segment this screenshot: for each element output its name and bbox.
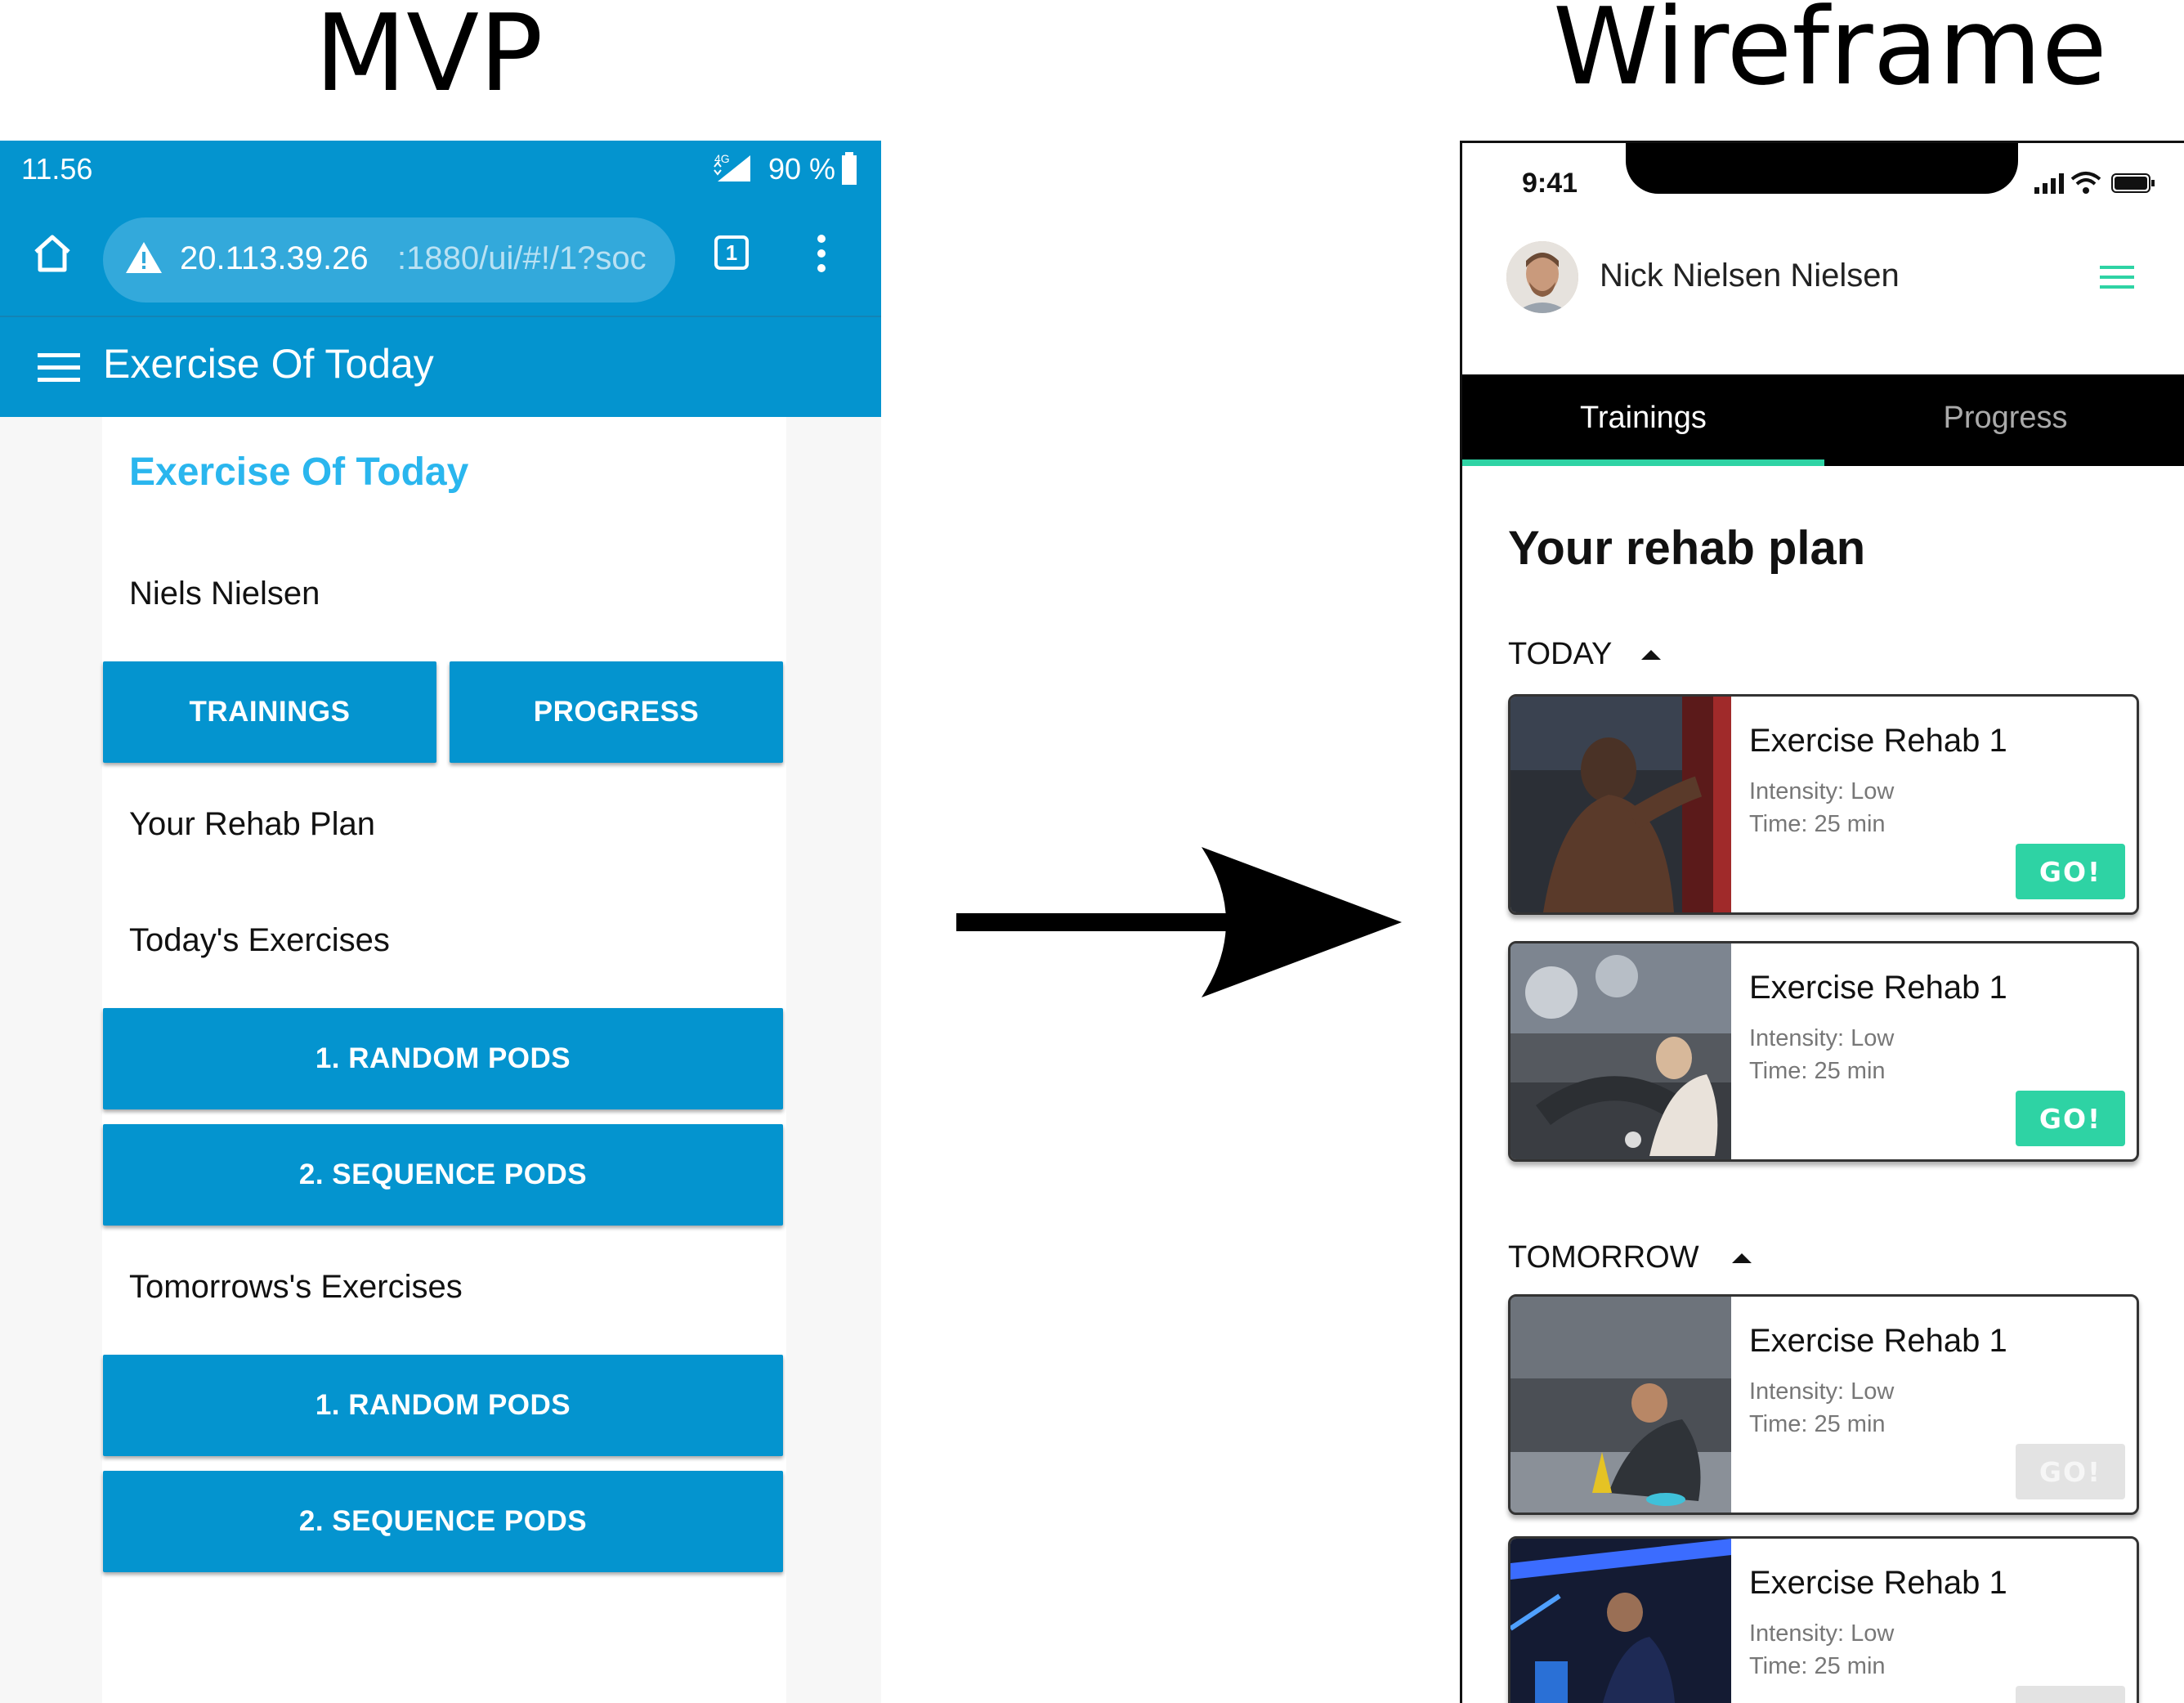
exercise-photo-group-pods xyxy=(1510,943,1731,1159)
exercise-card[interactable]: Exercise Rehab 1 Intensity: Low Time: 25… xyxy=(1508,941,2139,1162)
today-random-pods-button[interactable]: 1. RANDOM PODS xyxy=(103,1008,783,1109)
avatar-face-icon xyxy=(1506,241,1578,313)
signal-icon xyxy=(714,155,750,182)
section-today-label: TODAY xyxy=(1508,636,1613,671)
go-button[interactable]: GO! xyxy=(2016,1444,2125,1499)
section-tomorrow-header[interactable]: TOMORROW xyxy=(1508,1237,1752,1278)
menu-icon[interactable] xyxy=(38,353,80,383)
exercise-time: Time: 25 min xyxy=(1749,1653,1886,1679)
tab-trainings-label: Trainings xyxy=(1580,401,1707,435)
exercise-card[interactable]: Exercise Rehab 1 Intensity: Low Time: 25… xyxy=(1508,1294,2139,1515)
user-name: Nick Nielsen Nielsen xyxy=(1600,258,1900,294)
avatar[interactable] xyxy=(1506,241,1578,313)
exercise-photo-neon-gym xyxy=(1510,1539,1731,1703)
cellular-signal-icon xyxy=(2034,173,2064,194)
tab-trainings[interactable]: Trainings xyxy=(1462,374,1824,466)
go-button[interactable]: GO! xyxy=(2016,1686,2125,1703)
go-button[interactable]: GO! xyxy=(2016,844,2125,899)
exercise-intensity: Intensity: Low xyxy=(1749,1378,1895,1405)
section-tomorrow-label: TOMORROW xyxy=(1508,1239,1699,1275)
url-path: :1880/ui/#!/1?soc xyxy=(397,240,647,276)
status-time: 9:41 xyxy=(1522,168,1578,199)
exercise-intensity: Intensity: Low xyxy=(1749,1620,1895,1647)
exercise-title: Exercise Rehab 1 xyxy=(1749,723,2007,759)
exercise-card[interactable]: Exercise Rehab 1 Intensity: Low Time: 25… xyxy=(1508,1536,2139,1703)
app-bar: Exercise Of Today xyxy=(0,316,881,417)
warning-icon xyxy=(126,242,162,273)
today-sequence-pods-button[interactable]: 2. SEQUENCE PODS xyxy=(103,1124,783,1226)
plan-title: Your rehab plan xyxy=(1508,522,1866,575)
browser-toolbar: 20.113.39.26 :1880/ui/#!/1?soc 1 xyxy=(0,196,881,316)
battery-icon xyxy=(2111,173,2155,193)
user-name: Niels Nielsen xyxy=(129,576,320,612)
progress-button[interactable]: PROGRESS xyxy=(450,661,783,763)
exercise-time: Time: 25 min xyxy=(1749,811,1886,837)
tab-bar: Trainings Progress xyxy=(1462,374,2184,466)
home-icon[interactable] xyxy=(31,232,74,275)
wireframe-heading: Wireframe xyxy=(1553,0,2107,109)
exercise-card[interactable]: Exercise Rehab 1 Intensity: Low Time: 25… xyxy=(1508,694,2139,915)
wireframe-screen: 9:41 Nick Nielsen Nielsen Trainings Prog… xyxy=(1460,141,2184,1703)
exercise-time: Time: 25 min xyxy=(1749,1411,1886,1437)
go-button[interactable]: GO! xyxy=(2016,1091,2125,1146)
phone-notch xyxy=(1626,143,2018,194)
today-exercises-label: Today's Exercises xyxy=(129,922,390,958)
tomorrow-random-pods-button[interactable]: 1. RANDOM PODS xyxy=(103,1355,783,1456)
section-today-header[interactable]: TODAY xyxy=(1508,634,1662,674)
url-host: 20.113.39.26 xyxy=(180,240,369,276)
android-status-bar: 11.56 4G 90 % xyxy=(0,141,881,196)
url-field[interactable]: 20.113.39.26 :1880/ui/#!/1?soc xyxy=(103,217,675,303)
more-vert-icon[interactable] xyxy=(809,234,834,276)
caret-up-icon xyxy=(1731,1253,1752,1263)
app-bar-title: Exercise Of Today xyxy=(103,341,434,387)
caret-up-icon xyxy=(1641,650,1662,660)
arrow-right-icon xyxy=(956,847,1402,997)
battery-icon xyxy=(842,152,857,185)
exercise-title: Exercise Rehab 1 xyxy=(1749,1565,2007,1601)
exercise-time: Time: 25 min xyxy=(1749,1058,1886,1084)
exercise-photo-boxing xyxy=(1510,697,1731,912)
rehab-plan-label: Your Rehab Plan xyxy=(129,806,375,842)
battery-percent: 90 % xyxy=(768,152,836,186)
active-tab-indicator xyxy=(1462,459,1824,466)
trainings-button[interactable]: TRAININGS xyxy=(103,661,436,763)
wifi-icon xyxy=(2070,172,2101,194)
status-time: 11.56 xyxy=(21,152,93,186)
tab-progress-label: Progress xyxy=(1943,401,2068,435)
exercise-photo-agility xyxy=(1510,1297,1731,1513)
mvp-screen: 11.56 4G 90 % 20.113.39.26 :1880/ui/#!/1… xyxy=(0,141,881,1703)
exercise-intensity: Intensity: Low xyxy=(1749,1025,1895,1051)
card-title: Exercise Of Today xyxy=(129,450,469,494)
mvp-heading: MVP xyxy=(315,0,544,115)
exercise-title: Exercise Rehab 1 xyxy=(1749,1323,2007,1359)
tab-progress[interactable]: Progress xyxy=(1824,374,2184,466)
tomorrow-exercises-label: Tomorrows's Exercises xyxy=(129,1269,463,1305)
tomorrow-sequence-pods-button[interactable]: 2. SEQUENCE PODS xyxy=(103,1471,783,1572)
menu-icon[interactable] xyxy=(2100,266,2134,290)
exercise-intensity: Intensity: Low xyxy=(1749,778,1895,804)
exercise-title: Exercise Rehab 1 xyxy=(1749,970,2007,1006)
tab-count-button[interactable]: 1 xyxy=(714,235,749,270)
